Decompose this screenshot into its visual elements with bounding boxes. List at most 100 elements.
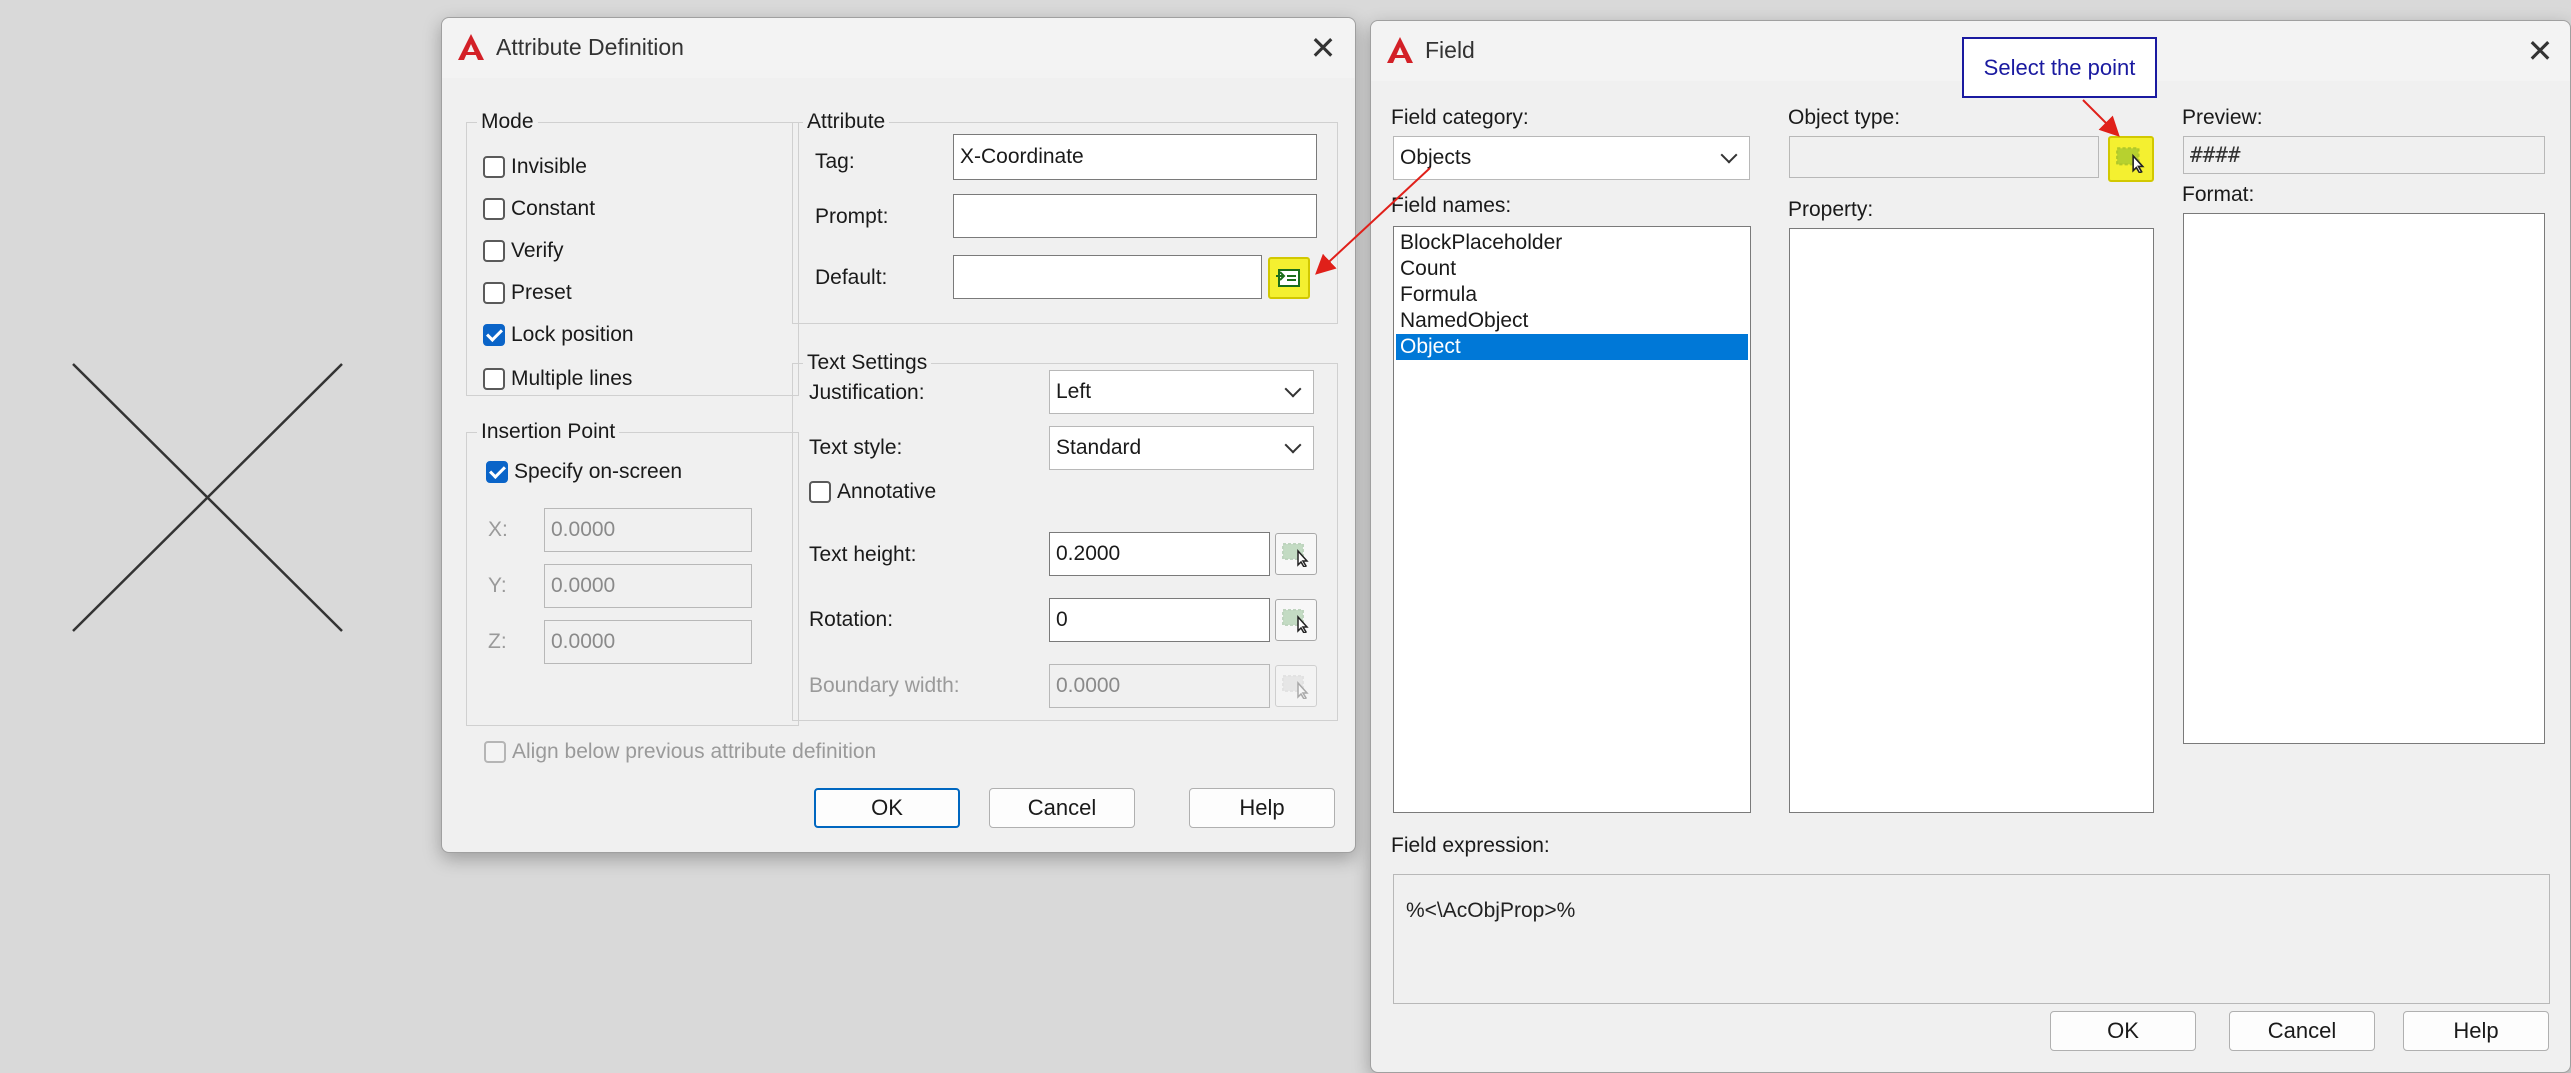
checkbox-box[interactable] bbox=[483, 198, 505, 220]
checkbox-box[interactable] bbox=[483, 156, 505, 178]
list-item[interactable]: Count bbox=[1396, 256, 1748, 282]
pick-point-icon bbox=[2116, 147, 2145, 173]
attribute-dialog-titlebar: Attribute Definition ✕ bbox=[442, 18, 1355, 78]
cancel-button[interactable]: Cancel bbox=[2229, 1011, 2375, 1051]
property-label: Property: bbox=[1788, 198, 1874, 221]
z-value: 0.0000 bbox=[551, 630, 616, 653]
pick-point-icon bbox=[1282, 675, 1309, 699]
text-height-value: 0.2000 bbox=[1056, 542, 1121, 565]
help-label: Help bbox=[1239, 795, 1285, 820]
checkbox-label: Constant bbox=[511, 197, 596, 220]
text-height-label: Text height: bbox=[809, 543, 917, 566]
ok-button[interactable]: OK bbox=[2050, 1011, 2196, 1051]
text-style-label: Text style: bbox=[809, 436, 903, 459]
text-settings-legend: Text Settings bbox=[807, 351, 928, 374]
default-field[interactable] bbox=[953, 255, 1262, 299]
chevron-down-icon bbox=[1284, 380, 1302, 398]
format-list[interactable] bbox=[2183, 213, 2545, 744]
x-label: X: bbox=[488, 518, 508, 541]
preview-value: #### bbox=[2190, 143, 2241, 167]
pick-point-icon bbox=[1282, 543, 1309, 567]
z-coordinate-field[interactable]: 0.0000 bbox=[544, 620, 752, 664]
specify-on-screen-checkbox[interactable]: Specify on-screen bbox=[486, 460, 682, 484]
mode-invisible-checkbox[interactable]: Invisible bbox=[483, 155, 587, 179]
y-value: 0.0000 bbox=[551, 574, 616, 597]
dialog-title: Attribute Definition bbox=[496, 34, 684, 60]
pick-rotation-button[interactable] bbox=[1275, 599, 1317, 641]
mode-multiple-lines-checkbox[interactable]: Multiple lines bbox=[483, 367, 632, 391]
help-button[interactable]: Help bbox=[1189, 788, 1335, 828]
mode-verify-checkbox[interactable]: Verify bbox=[483, 239, 564, 263]
tag-field[interactable]: X-Coordinate bbox=[953, 134, 1317, 180]
z-label: Z: bbox=[488, 630, 507, 653]
select-object-button[interactable] bbox=[2108, 136, 2154, 182]
text-style-select[interactable]: Standard bbox=[1049, 426, 1314, 470]
list-item[interactable]: Formula bbox=[1396, 282, 1748, 308]
mode-constant-checkbox[interactable]: Constant bbox=[483, 197, 595, 221]
pick-text-height-button[interactable] bbox=[1275, 533, 1317, 575]
list-item[interactable]: NamedObject bbox=[1396, 308, 1748, 334]
justification-label: Justification: bbox=[809, 381, 925, 404]
prompt-label: Prompt: bbox=[815, 205, 889, 228]
field-dialog: Field ✕ Field category: Objects Field na… bbox=[1370, 20, 2571, 1073]
y-coordinate-field[interactable]: 0.0000 bbox=[544, 564, 752, 608]
ok-label: OK bbox=[871, 795, 903, 820]
preview-field: #### bbox=[2183, 136, 2545, 174]
rotation-field[interactable]: 0 bbox=[1049, 598, 1270, 642]
annotative-checkbox[interactable]: Annotative bbox=[809, 480, 936, 504]
attribute-definition-dialog: Attribute Definition ✕ Mode Insertion Po… bbox=[441, 17, 1356, 853]
autocad-logo-icon bbox=[458, 34, 484, 60]
object-type-field[interactable] bbox=[1789, 136, 2099, 178]
x-value: 0.0000 bbox=[551, 518, 616, 541]
align-below-checkbox[interactable]: Align below previous attribute definitio… bbox=[484, 740, 876, 764]
help-label: Help bbox=[2453, 1018, 2499, 1043]
list-item[interactable]: BlockPlaceholder bbox=[1396, 230, 1748, 256]
field-category-value: Objects bbox=[1400, 146, 1472, 169]
tag-value: X-Coordinate bbox=[960, 145, 1084, 168]
insert-field-icon bbox=[1276, 269, 1300, 287]
insert-field-button[interactable] bbox=[1268, 257, 1310, 299]
checkbox-label: Multiple lines bbox=[511, 367, 633, 390]
format-label: Format: bbox=[2182, 183, 2255, 206]
cancel-button[interactable]: Cancel bbox=[989, 788, 1135, 828]
checkbox-box[interactable] bbox=[483, 324, 505, 346]
checkbox-label: Preset bbox=[511, 281, 572, 304]
mode-lock-position-checkbox[interactable]: Lock position bbox=[483, 323, 634, 347]
pick-boundary-width-button[interactable] bbox=[1275, 665, 1317, 707]
field-expression-field[interactable]: %<\AcObjProp>% bbox=[1393, 874, 2550, 1004]
checkbox-box[interactable] bbox=[483, 282, 505, 304]
help-button[interactable]: Help bbox=[2403, 1011, 2549, 1051]
ok-label: OK bbox=[2107, 1018, 2139, 1043]
boundary-width-value: 0.0000 bbox=[1056, 674, 1121, 697]
prompt-field[interactable] bbox=[953, 194, 1317, 238]
align-below-label: Align below previous attribute definitio… bbox=[512, 740, 877, 763]
field-category-label: Field category: bbox=[1391, 106, 1529, 129]
close-icon[interactable]: ✕ bbox=[1303, 28, 1343, 68]
checkbox-box[interactable] bbox=[483, 368, 505, 390]
align-below-check[interactable] bbox=[484, 741, 506, 763]
autocad-logo-icon bbox=[1387, 37, 1413, 63]
chevron-down-icon bbox=[1284, 436, 1302, 454]
specify-on-screen-check[interactable] bbox=[486, 461, 508, 483]
list-item[interactable]: Object bbox=[1396, 334, 1748, 360]
property-list[interactable] bbox=[1789, 228, 2154, 813]
mode-preset-checkbox[interactable]: Preset bbox=[483, 281, 572, 305]
y-label: Y: bbox=[488, 574, 507, 597]
pick-point-icon bbox=[1282, 609, 1309, 633]
justification-value: Left bbox=[1056, 380, 1092, 403]
tag-label: Tag: bbox=[815, 150, 855, 173]
default-label: Default: bbox=[815, 266, 888, 289]
justification-select[interactable]: Left bbox=[1049, 370, 1314, 414]
insertion-point-legend: Insertion Point bbox=[481, 420, 616, 443]
ok-button[interactable]: OK bbox=[814, 788, 960, 828]
specify-on-screen-label: Specify on-screen bbox=[514, 460, 683, 483]
field-category-select[interactable]: Objects bbox=[1393, 136, 1750, 180]
field-names-list[interactable]: BlockPlaceholder Count Formula NamedObject O… bbox=[1393, 226, 1751, 813]
close-icon[interactable]: ✕ bbox=[2520, 31, 2560, 71]
object-type-label: Object type: bbox=[1788, 106, 1901, 129]
checkbox-box[interactable] bbox=[483, 240, 505, 262]
x-coordinate-field[interactable]: 0.0000 bbox=[544, 508, 752, 552]
boundary-width-field[interactable]: 0.0000 bbox=[1049, 664, 1270, 708]
annotative-check[interactable] bbox=[809, 481, 831, 503]
text-height-field[interactable]: 0.2000 bbox=[1049, 532, 1270, 576]
